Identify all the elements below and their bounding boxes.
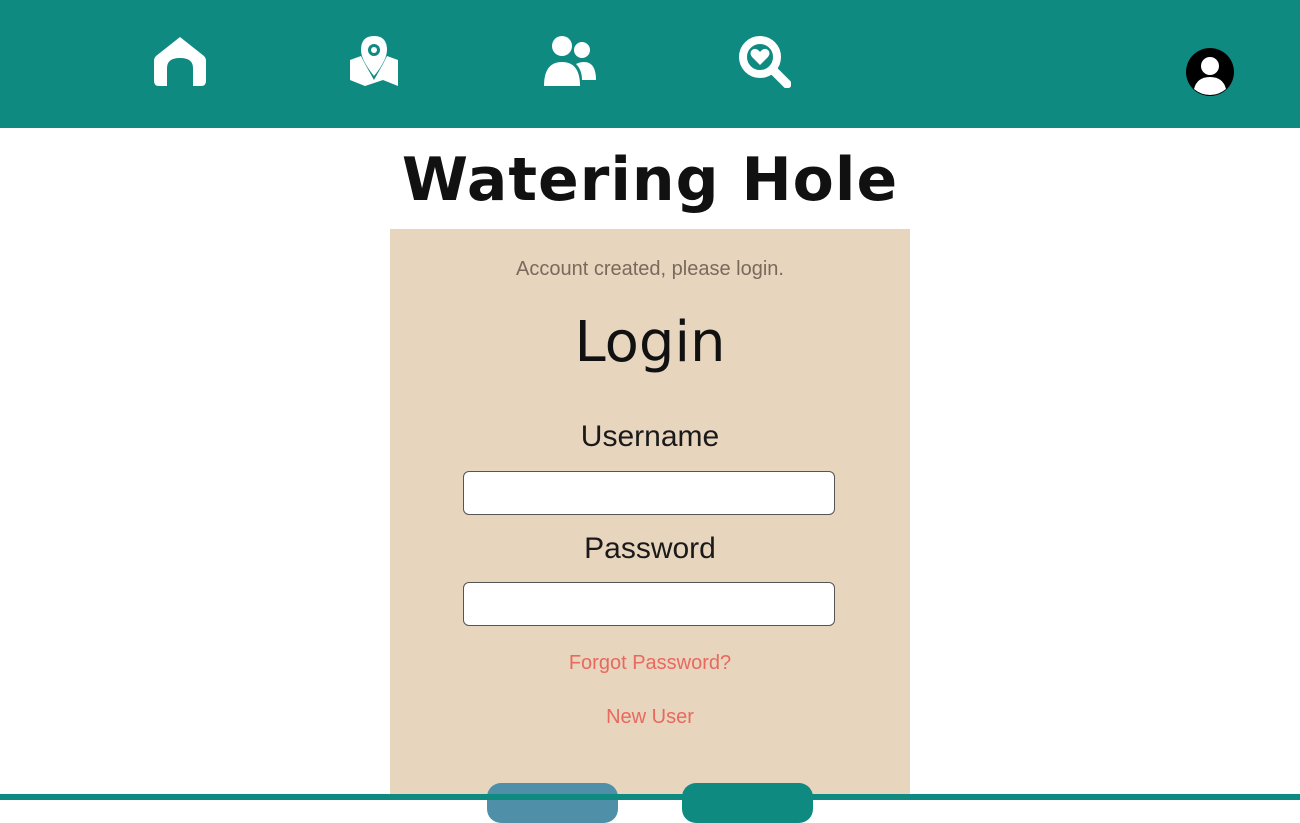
- app-logo: Watering Hole: [402, 140, 897, 220]
- home-icon[interactable]: [153, 34, 207, 88]
- password-label: Password: [584, 532, 716, 565]
- account-created-notice: Account created, please login.: [516, 258, 784, 280]
- username-input[interactable]: [463, 471, 835, 515]
- friends-icon[interactable]: [542, 34, 596, 88]
- logo-text: Watering Hole: [401, 145, 899, 215]
- bottom-bar: [0, 794, 1300, 800]
- username-label: Username: [580, 420, 720, 453]
- secondary-button[interactable]: [487, 783, 618, 823]
- page-title: Login: [574, 310, 726, 375]
- primary-button[interactable]: [682, 783, 813, 823]
- forgot-password-link[interactable]: Forgot Password?: [0, 652, 1300, 675]
- password-input[interactable]: [463, 582, 835, 626]
- user-avatar-icon[interactable]: [1185, 47, 1235, 97]
- map-pin-icon[interactable]: [347, 34, 401, 88]
- new-user-link[interactable]: New User: [0, 706, 1300, 729]
- heart-search-icon[interactable]: [737, 34, 791, 88]
